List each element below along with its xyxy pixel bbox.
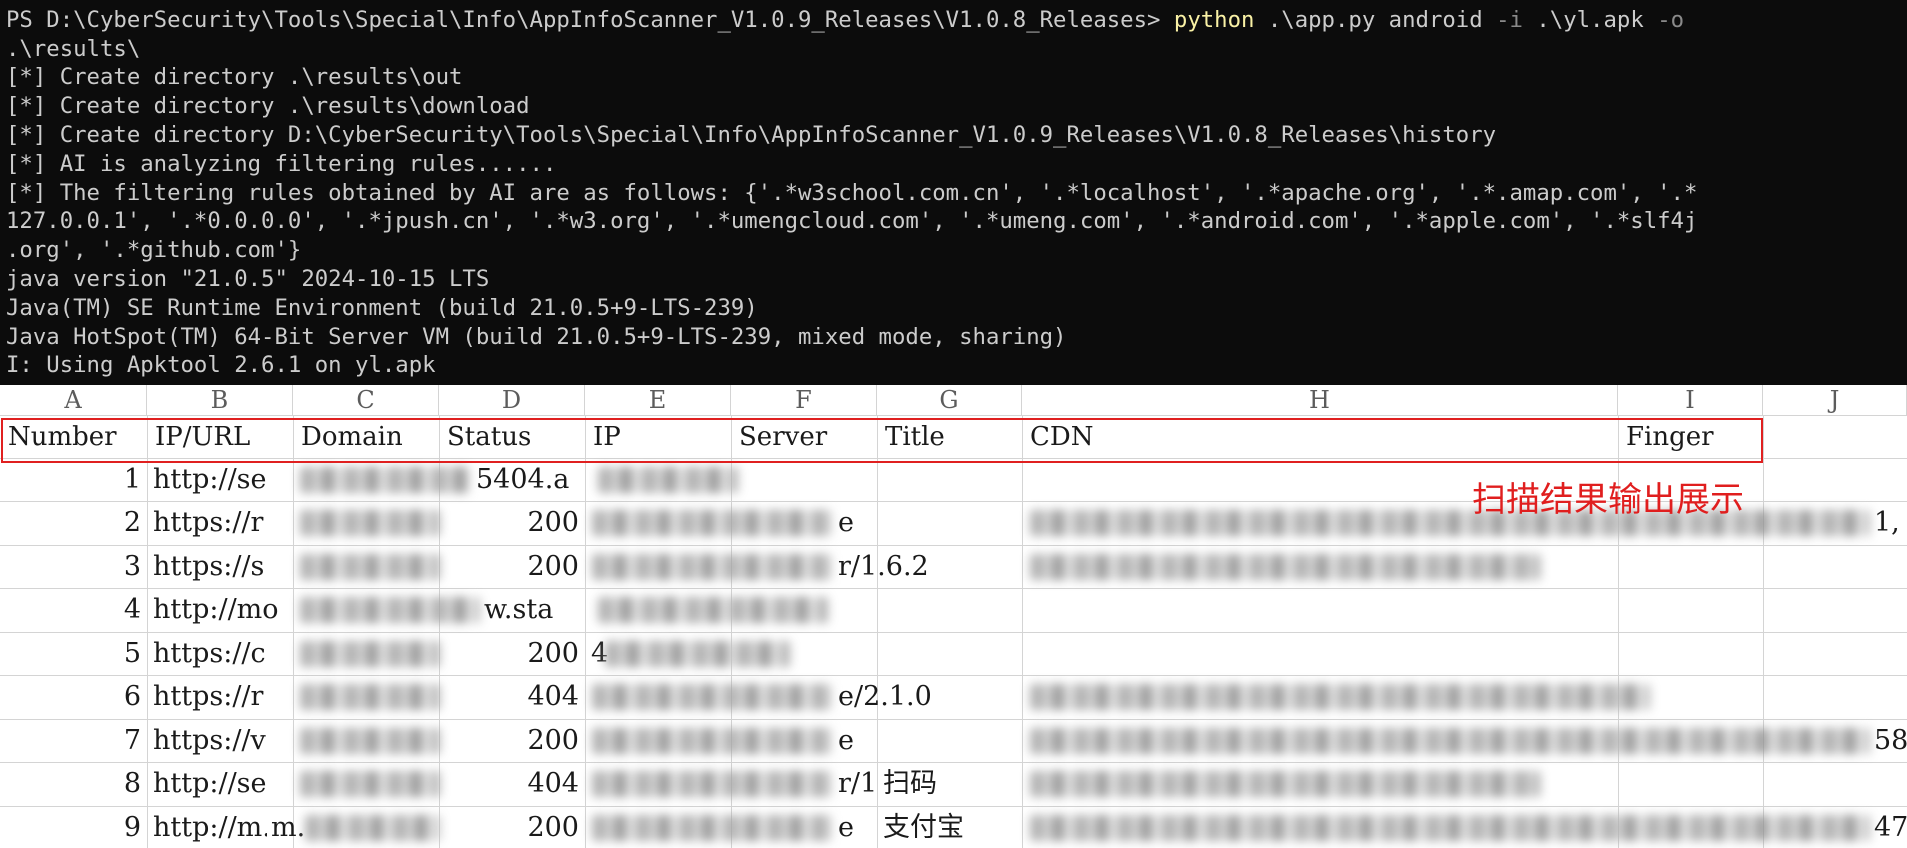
server-cell[interactable]: e bbox=[832, 719, 877, 762]
redacted-block bbox=[592, 554, 832, 580]
column-letter-c[interactable]: C bbox=[293, 385, 439, 415]
row-number[interactable]: 7 bbox=[0, 719, 147, 762]
status-cell[interactable]: 404 bbox=[439, 762, 585, 805]
redacted-block bbox=[592, 815, 832, 841]
row-number[interactable]: 9 bbox=[0, 806, 147, 848]
row-number[interactable]: 6 bbox=[0, 675, 147, 718]
row-number[interactable]: 3 bbox=[0, 545, 147, 588]
terminal-output-line: Java(TM) SE Runtime Environment (build 2… bbox=[6, 295, 758, 321]
terminal-output-line: [*] Create directory .\results\download bbox=[6, 93, 530, 119]
status-cell[interactable]: 200 bbox=[439, 806, 585, 848]
url-cell[interactable]: https://s bbox=[147, 545, 293, 588]
redacted-block bbox=[1030, 554, 1540, 580]
redacted-block bbox=[598, 467, 738, 493]
redacted-block bbox=[300, 728, 440, 754]
redacted-block bbox=[592, 510, 832, 536]
terminal-command: python bbox=[1173, 7, 1255, 33]
column-letter-a[interactable]: A bbox=[0, 385, 147, 415]
url-cell[interactable]: http://se bbox=[147, 762, 293, 805]
terminal-output-line: [*] Create directory D:\CyberSecurity\To… bbox=[6, 122, 1497, 148]
redacted-block bbox=[1030, 684, 1650, 710]
terminal-output-line: [*] AI is analyzing filtering rules.....… bbox=[6, 151, 557, 177]
redacted-block bbox=[300, 597, 480, 623]
server-cell[interactable]: r/1.6.2 bbox=[832, 545, 992, 588]
column-letter-g[interactable]: G bbox=[877, 385, 1022, 415]
terminal-output-line: Java HotSpot(TM) 64-Bit Server VM (build… bbox=[6, 324, 1067, 350]
url-cell[interactable]: http://m. bbox=[147, 806, 267, 848]
server-cell[interactable]: e/2.1.0 bbox=[832, 675, 992, 718]
terminal-arg-apk: .\yl.apk bbox=[1522, 7, 1658, 33]
row-number[interactable]: 1 bbox=[0, 458, 147, 501]
redacted-block bbox=[305, 815, 440, 841]
status-cell[interactable]: 404 bbox=[439, 675, 585, 718]
powershell-terminal[interactable]: PS D:\CyberSecurity\Tools\Special\Info\A… bbox=[0, 0, 1907, 385]
status-cell[interactable]: 200 bbox=[439, 632, 585, 675]
column-letter-f[interactable]: F bbox=[731, 385, 877, 415]
column-letter-i[interactable]: I bbox=[1618, 385, 1763, 415]
url-cell[interactable]: http://se bbox=[147, 458, 293, 501]
annotation-label: 扫描结果输出展示 bbox=[1472, 480, 1744, 520]
column-letter-j[interactable]: J bbox=[1763, 385, 1907, 415]
terminal-command-line: PS D:\CyberSecurity\Tools\Special\Info\A… bbox=[6, 6, 1684, 34]
status-cell[interactable]: 200 bbox=[439, 719, 585, 762]
cdn-tail[interactable]: 1, bbox=[1868, 501, 1907, 544]
terminal-prompt: PS D:\CyberSecurity\Tools\Special\Info\A… bbox=[6, 7, 1174, 33]
redacted-block bbox=[300, 554, 440, 580]
redacted-block bbox=[300, 641, 440, 667]
redacted-block bbox=[1030, 771, 1540, 797]
terminal-output-line: .\results\ bbox=[6, 36, 141, 62]
server-cell[interactable]: e bbox=[832, 806, 877, 848]
redacted-block bbox=[1030, 728, 1870, 754]
redacted-block bbox=[592, 684, 832, 710]
url-cell[interactable]: http://mo bbox=[147, 588, 293, 631]
url-cell[interactable]: https://r bbox=[147, 675, 293, 718]
server-cell[interactable]: r/1 bbox=[832, 762, 877, 805]
title-cell[interactable]: 支付宝 bbox=[877, 806, 1022, 848]
terminal-output-line: I: Using Apktool 2.6.1 on yl.apk bbox=[6, 352, 436, 378]
redacted-block bbox=[1030, 815, 1870, 841]
row-number[interactable]: 5 bbox=[0, 632, 147, 675]
redacted-block bbox=[592, 771, 832, 797]
redacted-block bbox=[300, 467, 470, 493]
terminal-arg-script: .\app.py android bbox=[1254, 7, 1497, 33]
column-letter-e[interactable]: E bbox=[585, 385, 731, 415]
row-number[interactable]: 2 bbox=[0, 501, 147, 544]
row-number[interactable]: 8 bbox=[0, 762, 147, 805]
column-header-bar: A B C D E F G H I J bbox=[0, 385, 1907, 416]
redacted-block bbox=[592, 728, 832, 754]
terminal-output-line: java version "21.0.5" 2024-10-15 LTS bbox=[6, 266, 490, 292]
column-letter-h[interactable]: H bbox=[1022, 385, 1618, 415]
redacted-block bbox=[598, 597, 828, 623]
url-cell[interactable]: https://v bbox=[147, 719, 293, 762]
terminal-flag-o: -o bbox=[1657, 7, 1685, 33]
cdn-tail[interactable]: 47 bbox=[1868, 806, 1907, 848]
url-cell-tail[interactable]: m. bbox=[265, 806, 305, 848]
column-letter-d[interactable]: D bbox=[439, 385, 585, 415]
status-cell[interactable]: 200 bbox=[439, 545, 585, 588]
terminal-output-line: [*] The filtering rules obtained by AI a… bbox=[6, 180, 1698, 206]
terminal-flag-i: -i bbox=[1496, 7, 1523, 33]
status-cell[interactable]: 5404.a bbox=[470, 458, 600, 501]
redacted-block bbox=[300, 684, 440, 710]
redacted-block bbox=[1030, 510, 1870, 536]
cdn-tail[interactable]: 58 bbox=[1868, 719, 1907, 762]
url-cell[interactable]: https://c bbox=[147, 632, 293, 675]
header-highlight-box bbox=[1, 418, 1763, 463]
column-letter-b[interactable]: B bbox=[147, 385, 293, 415]
redacted-block bbox=[605, 641, 790, 667]
title-cell[interactable]: 扫码 bbox=[877, 762, 1022, 805]
status-cell[interactable]: w.sta bbox=[478, 588, 598, 631]
url-cell[interactable]: https://r bbox=[147, 501, 293, 544]
row-number[interactable]: 4 bbox=[0, 588, 147, 631]
terminal-output-line: 127.0.0.1', '.*0.0.0.0', '.*jpush.cn', '… bbox=[6, 208, 1698, 234]
server-cell[interactable]: e bbox=[832, 501, 877, 544]
redacted-block bbox=[300, 771, 440, 797]
terminal-output-line: [*] Create directory .\results\out bbox=[6, 64, 463, 90]
status-cell[interactable]: 200 bbox=[439, 501, 585, 544]
terminal-output-line: .org', '.*github.com'} bbox=[6, 237, 302, 263]
redacted-block bbox=[300, 510, 440, 536]
